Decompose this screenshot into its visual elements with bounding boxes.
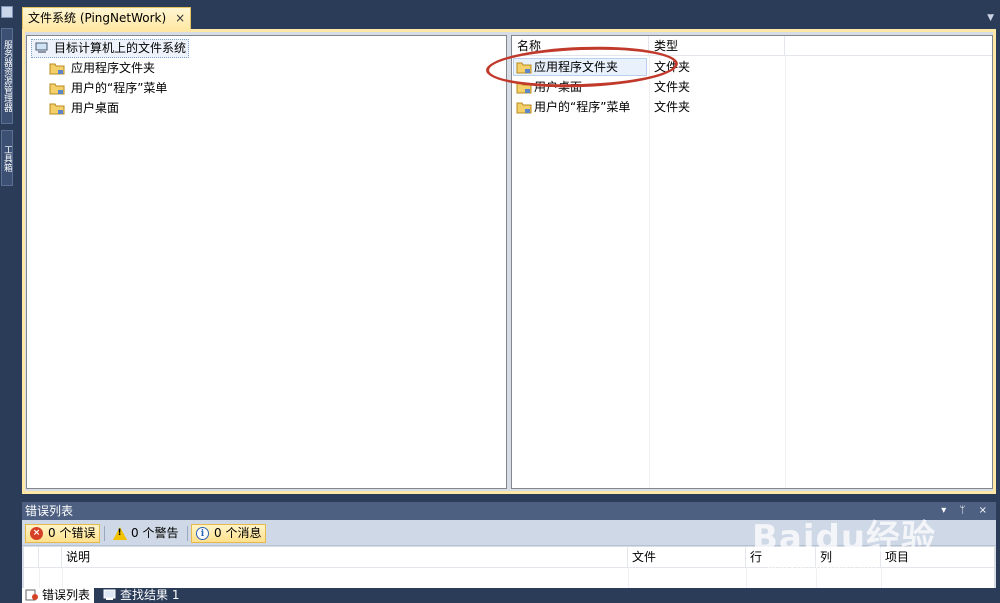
warnings-filter-label: 0 个警告 [131, 526, 179, 540]
list-item-type: 文件夹 [654, 80, 691, 94]
errors-filter-button[interactable]: × 0 个错误 [25, 524, 101, 543]
column-divider [881, 568, 882, 588]
error-list-icon [25, 589, 38, 601]
list-item[interactable]: 应用程序文件夹 文件夹 [512, 57, 785, 77]
error-filter-toolbar: × 0 个错误 ! 0 个警告 i 0 个消息 [22, 520, 996, 546]
server-explorer-tab[interactable]: 服务器资源管理器 [1, 28, 13, 124]
error-list-panel: 错误列表 ▾ ᛘ × × 0 个错误 ! 0 个警告 i 0 个消息 说明 文件… [22, 502, 996, 603]
column-divider [785, 56, 786, 488]
messages-filter-button[interactable]: i 0 个消息 [191, 524, 267, 543]
tree-item-label: 用户的“程序”菜单 [71, 81, 168, 95]
tab-title: 文件系统 (PingNetWork) [28, 11, 167, 25]
folder-icon [516, 82, 532, 94]
side-tool-strip: 服务器资源管理器 工具箱 [0, 0, 14, 603]
warnings-filter-button[interactable]: ! 0 个警告 [108, 524, 183, 543]
tree-root-label: 目标计算机上的文件系统 [54, 41, 187, 55]
list-item-name: 用户的“程序”菜单 [534, 100, 631, 114]
error-icon: × [30, 527, 43, 540]
column-header-description[interactable]: 说明 [62, 547, 628, 568]
file-list-view[interactable]: 名称 类型 应用程序文件夹 文件夹 用户桌面 文件夹 用户的“程序”菜单 文件夹 [511, 35, 993, 489]
tab-find-results[interactable]: 查找结果 1 [100, 588, 183, 603]
file-system-editor: 目标计算机上的文件系统 应用程序文件夹 用户的“程序”菜单 用户桌面 名称 类型 [22, 29, 996, 494]
column-header-name[interactable]: 名称 [512, 36, 649, 56]
column-header-icon[interactable] [24, 547, 39, 568]
tab-file-system[interactable]: 文件系统 (PingNetWork) × [22, 7, 192, 29]
messages-filter-label: 0 个消息 [214, 526, 262, 540]
folder-icon [516, 102, 532, 114]
toolbar-separator [187, 526, 188, 541]
folder-icon [516, 62, 532, 74]
tree-root-node[interactable]: 目标计算机上的文件系统 [31, 39, 190, 58]
tree-item-label: 用户桌面 [71, 101, 120, 115]
errors-filter-label: 0 个错误 [48, 526, 96, 540]
tab-label: 查找结果 1 [120, 588, 180, 602]
column-header-file[interactable]: 文件 [628, 547, 746, 568]
tree-item-app-folder[interactable]: 应用程序文件夹 [49, 59, 155, 78]
chevron-down-icon[interactable]: ▼ [987, 13, 994, 23]
folder-icon [49, 63, 65, 75]
list-item[interactable]: 用户的“程序”菜单 文件夹 [512, 97, 785, 117]
column-divider [39, 568, 40, 588]
find-results-icon [103, 589, 116, 600]
tab-error-list[interactable]: 错误列表 [22, 588, 95, 603]
list-item-type: 文件夹 [654, 60, 691, 74]
panel-title: 错误列表 [25, 504, 74, 518]
column-header-project[interactable]: 项目 [881, 547, 994, 568]
toolbar-separator [104, 526, 105, 541]
panel-window-controls[interactable]: ▾ ᛘ × [941, 502, 992, 520]
column-header-type[interactable]: 类型 [649, 36, 785, 56]
column-divider [746, 568, 747, 588]
column-header-line[interactable]: 行 [746, 547, 816, 568]
column-divider [62, 568, 63, 588]
list-item-name: 用户桌面 [534, 80, 583, 94]
computer-icon [35, 42, 48, 53]
tree-item-desktop[interactable]: 用户桌面 [49, 99, 119, 118]
column-header-column[interactable]: 列 [816, 547, 881, 568]
toolbox-tab[interactable]: 工具箱 [1, 130, 13, 186]
server-explorer-icon[interactable] [1, 6, 13, 18]
column-divider [649, 56, 650, 488]
error-list-body [24, 568, 994, 588]
bottom-tab-bar: 错误列表 查找结果 1 [22, 588, 996, 603]
list-item[interactable]: 用户桌面 文件夹 [512, 77, 785, 97]
list-header: 名称 类型 [512, 36, 992, 56]
folder-icon [49, 103, 65, 115]
column-divider [816, 568, 817, 588]
list-item-name: 应用程序文件夹 [534, 60, 619, 74]
tree-item-programs-menu[interactable]: 用户的“程序”菜单 [49, 79, 167, 98]
close-icon[interactable]: × [175, 8, 185, 29]
column-divider [628, 568, 629, 588]
warning-icon: ! [113, 527, 127, 540]
error-list-header: 说明 文件 行 列 项目 [24, 547, 994, 568]
tree-item-label: 应用程序文件夹 [71, 61, 156, 75]
column-header-index[interactable] [39, 547, 62, 568]
info-icon: i [196, 527, 209, 540]
list-item-type: 文件夹 [654, 100, 691, 114]
error-list-titlebar: 错误列表 ▾ ᛘ × [22, 502, 996, 520]
folder-icon [49, 83, 65, 95]
file-system-tree[interactable]: 目标计算机上的文件系统 应用程序文件夹 用户的“程序”菜单 用户桌面 [26, 35, 507, 489]
tab-label: 错误列表 [42, 588, 91, 602]
document-tab-bar: 文件系统 (PingNetWork) × ▼ [22, 7, 994, 29]
